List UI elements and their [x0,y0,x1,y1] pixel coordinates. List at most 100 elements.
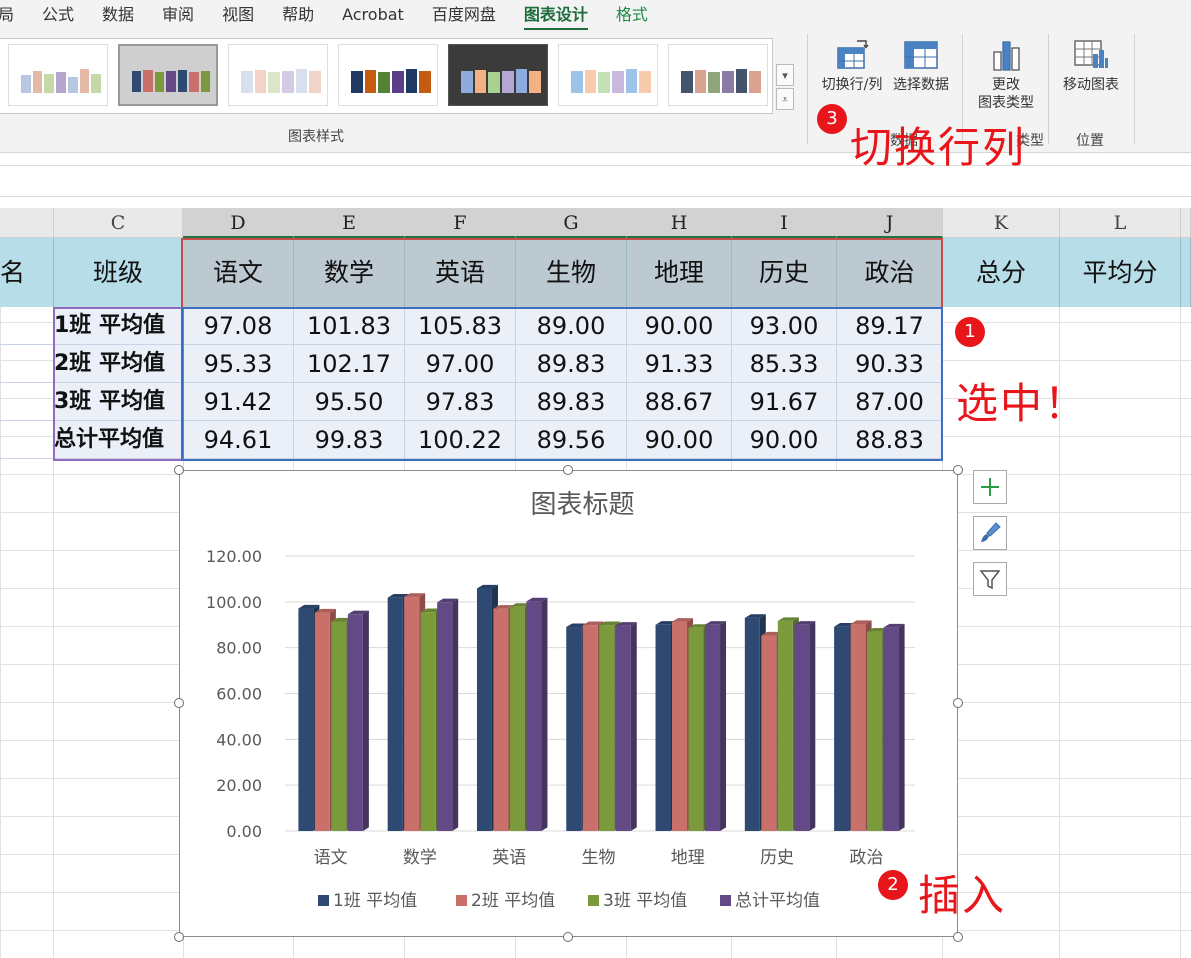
column-header-h[interactable]: H [627,208,732,238]
header-cell-chinese[interactable]: 语文 [183,238,294,307]
tab-format[interactable]: 格式 [602,3,662,27]
header-cell-english[interactable]: 英语 [405,238,516,307]
resize-handle-bottom-right[interactable] [953,932,963,942]
data-cell[interactable]: 85.33 [732,345,837,383]
column-header-k[interactable]: K [943,208,1060,238]
row-blank-cell[interactable] [0,383,54,421]
change-chart-type-button[interactable]: 更改 图表类型 [968,38,1044,112]
data-cell[interactable]: 89.17 [837,307,943,345]
column-header-g[interactable]: G [516,208,627,238]
legend-swatch [720,895,731,906]
header-cell-biology[interactable]: 生物 [516,238,627,307]
data-cell[interactable]: 88.83 [837,421,943,459]
data-cell[interactable]: 91.33 [627,345,732,383]
data-cell[interactable]: 89.83 [516,345,627,383]
resize-handle-bottom[interactable] [563,932,573,942]
move-chart-button[interactable]: 移动图表 [1056,38,1126,94]
data-cell[interactable]: 90.00 [627,307,732,345]
column-header-i[interactable]: I [732,208,837,238]
chart-style-3[interactable] [228,44,328,106]
chart-style-1[interactable] [8,44,108,106]
column-header-f[interactable]: F [405,208,516,238]
header-cell-math[interactable]: 数学 [294,238,405,307]
y-tick-label: 120.00 [206,547,262,566]
row-label-cell[interactable]: 1班 平均值 [54,307,183,345]
chart-style-7[interactable] [668,44,768,106]
chart-title: 图表标题 [530,490,634,520]
row-blank-cell[interactable] [0,345,54,383]
header-cell-politics[interactable]: 政治 [837,238,943,307]
header-cell-geography[interactable]: 地理 [627,238,732,307]
data-cell[interactable]: 94.61 [183,421,294,459]
data-cell[interactable]: 95.50 [294,383,405,421]
column-header-c[interactable]: C [54,208,183,238]
column-header-d[interactable]: D [183,208,294,238]
row-blank-cell[interactable] [0,421,54,459]
data-cell[interactable]: 97.00 [405,345,516,383]
data-cell[interactable]: 89.56 [516,421,627,459]
header-cell-class[interactable]: 班级 [54,238,183,307]
data-cell[interactable]: 90.00 [732,421,837,459]
row-blank-cell[interactable] [0,307,54,345]
tab-acrobat[interactable]: Acrobat [328,3,418,27]
chart-elements-button[interactable] [973,470,1007,504]
data-cell[interactable]: 93.00 [732,307,837,345]
chart-style-5[interactable] [448,44,548,106]
header-cell-total[interactable]: 总分 [943,238,1060,307]
bar [794,624,810,831]
column-header-l[interactable]: L [1060,208,1181,238]
row-label-cell[interactable]: 3班 平均值 [54,383,183,421]
tab-baidu-netdisk[interactable]: 百度网盘 [418,3,510,27]
column-header-e[interactable]: E [294,208,405,238]
header-cell-history[interactable]: 历史 [732,238,837,307]
data-cell[interactable]: 90.00 [627,421,732,459]
gallery-more-button[interactable]: ⩡ [776,88,794,110]
tab-review[interactable]: 审阅 [148,3,208,27]
resize-handle-top-right[interactable] [953,465,963,475]
resize-handle-right[interactable] [953,698,963,708]
data-cell[interactable]: 88.67 [627,383,732,421]
data-cell[interactable]: 89.00 [516,307,627,345]
column-header-m[interactable] [1181,208,1191,238]
tab-view[interactable]: 视图 [208,3,268,27]
data-cell[interactable]: 101.83 [294,307,405,345]
data-cell[interactable]: 100.22 [405,421,516,459]
tab-layout[interactable]: 局 [0,3,28,27]
chart-style-6[interactable] [558,44,658,106]
data-cell[interactable]: 89.83 [516,383,627,421]
tab-help[interactable]: 帮助 [268,3,328,27]
data-cell[interactable]: 105.83 [405,307,516,345]
resize-handle-top-left[interactable] [174,465,184,475]
switch-row-column-button[interactable]: 切换行/列 [816,38,888,94]
data-cell[interactable]: 90.33 [837,345,943,383]
select-data-button[interactable]: 选择数据 [889,38,953,94]
clustered-column-chart: 图表标题 0.00 20.00 40.00 60.00 80.00 100.00 120.00… [206,490,915,911]
chart-style-4[interactable] [338,44,438,106]
data-cell[interactable]: 91.42 [183,383,294,421]
resize-handle-left[interactable] [174,698,184,708]
chart-style-2-selected[interactable] [118,44,218,106]
row-label-cell[interactable]: 2班 平均值 [54,345,183,383]
data-cell[interactable]: 97.83 [405,383,516,421]
y-tick-label: 80.00 [216,639,262,658]
header-cell-name[interactable]: 名 [0,238,54,307]
row-label-cell[interactable]: 总计平均值 [54,421,183,459]
data-cell[interactable]: 91.67 [732,383,837,421]
data-cell[interactable]: 97.08 [183,307,294,345]
gallery-scroll-down-button[interactable]: ▾ [776,64,794,86]
data-cell[interactable]: 95.33 [183,345,294,383]
data-cell[interactable]: 87.00 [837,383,943,421]
column-header-b[interactable] [0,208,54,238]
column-header-j[interactable]: J [837,208,943,238]
data-cell[interactable]: 99.83 [294,421,405,459]
tab-data[interactable]: 数据 [88,3,148,27]
header-cell-average[interactable]: 平均分 [1060,238,1181,307]
resize-handle-bottom-left[interactable] [174,932,184,942]
data-cell[interactable]: 102.17 [294,345,405,383]
chart-styles-button[interactable] [973,516,1007,550]
resize-handle-top[interactable] [563,465,573,475]
chart-filters-button[interactable] [973,562,1007,596]
chart-area[interactable]: 图表标题 0.00 20.00 40.00 60.00 80.00 100.00 120.00… [179,470,958,937]
tab-chart-design[interactable]: 图表设计 [510,3,602,31]
tab-formulas[interactable]: 公式 [28,3,88,27]
